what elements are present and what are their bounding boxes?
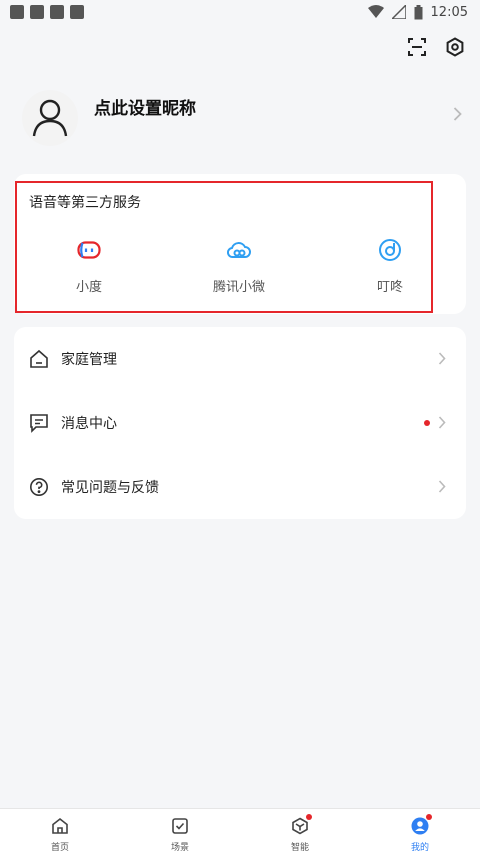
home-icon: [49, 815, 71, 837]
battery-icon: [414, 4, 423, 20]
menu-item-help[interactable]: 常见问题与反馈: [14, 455, 466, 519]
nav-label: 首页: [50, 843, 69, 853]
cloud-icon: [225, 236, 253, 264]
service-tencent[interactable]: 腾讯小微: [189, 236, 289, 295]
notification-icon: [50, 5, 64, 19]
service-dingdong[interactable]: 叮咚: [340, 236, 440, 295]
notification-icon: [10, 5, 24, 19]
notification-icon: [30, 5, 44, 19]
status-bar: 12:05: [0, 0, 480, 24]
chevron-right-icon: [438, 350, 446, 369]
message-icon: [28, 412, 50, 434]
nav-item-mine[interactable]: 我的: [390, 814, 450, 853]
signal-icon: [391, 5, 406, 19]
menu-label: 消息中心: [61, 416, 117, 432]
notification-icons: [10, 5, 84, 19]
menu-label: 常见问题与反馈: [61, 480, 159, 496]
scan-icon[interactable]: [406, 36, 428, 58]
check-square-icon: [169, 815, 191, 837]
xiaodu-icon: [75, 236, 103, 264]
menu-item-family[interactable]: 家庭管理: [14, 327, 466, 391]
wifi-icon: [367, 5, 384, 19]
service-label: 叮咚: [376, 280, 403, 295]
home-icon: [28, 348, 50, 370]
nav-label: 我的: [410, 843, 429, 853]
help-icon: [28, 476, 50, 498]
profile-icon: [409, 814, 432, 837]
nav-label: 场景: [170, 843, 189, 853]
notification-icon: [70, 5, 84, 19]
profile-row[interactable]: 点此设置昵称: [0, 80, 480, 152]
menu-card: 家庭管理 消息中心 常见问题与反馈: [14, 327, 466, 519]
chevron-right-icon: [438, 478, 446, 497]
service-label: 小度: [75, 280, 102, 295]
menu-item-messages[interactable]: 消息中心: [14, 391, 466, 455]
dingdong-icon: [376, 236, 404, 264]
menu-label: 家庭管理: [61, 352, 117, 368]
cube-icon: [289, 814, 312, 837]
voice-services-title: 语音等第三方服务: [29, 195, 141, 211]
service-xiaodu[interactable]: 小度: [39, 236, 139, 295]
bottom-nav: 首页 场景 智能 我的: [0, 808, 480, 854]
nav-item-smart[interactable]: 智能: [270, 814, 330, 853]
chevron-right-icon: [453, 106, 462, 125]
nav-label: 智能: [290, 843, 309, 853]
avatar[interactable]: [22, 90, 78, 146]
service-label: 腾讯小微: [212, 280, 265, 295]
badge-dot: [306, 814, 312, 820]
nav-item-home[interactable]: 首页: [30, 815, 90, 853]
settings-icon[interactable]: [444, 36, 466, 58]
nickname-label[interactable]: 点此设置昵称: [94, 94, 196, 119]
badge-dot: [426, 814, 432, 820]
unread-badge: [424, 420, 430, 426]
status-time: 12:05: [430, 4, 468, 20]
nav-item-scenes[interactable]: 场景: [150, 815, 210, 853]
chevron-right-icon: [438, 414, 446, 433]
